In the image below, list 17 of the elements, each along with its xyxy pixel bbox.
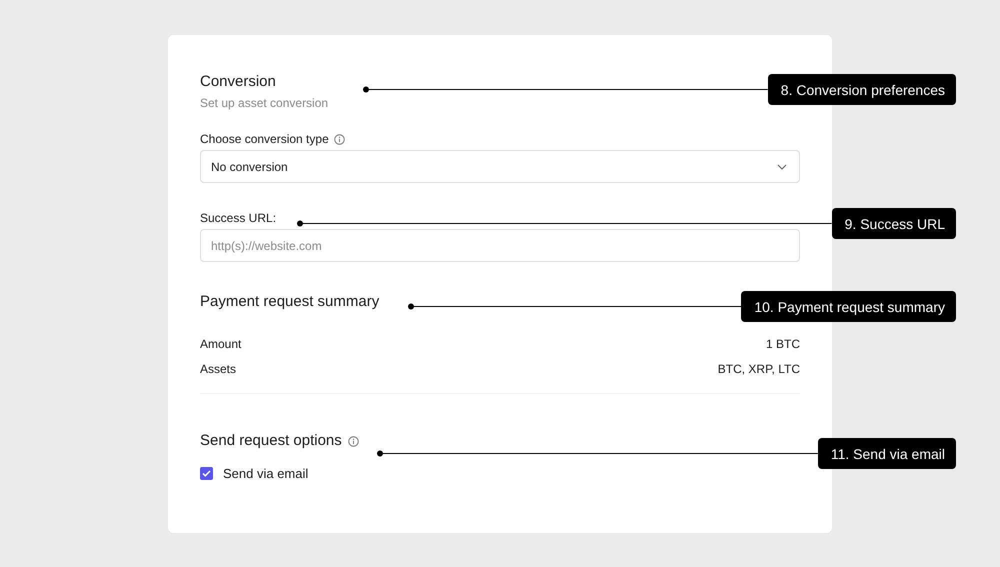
callout-label: 8. Conversion preferences <box>768 74 956 105</box>
section-subtitle: Set up asset conversion <box>200 96 328 110</box>
section-title: Conversion <box>200 73 276 91</box>
section-title: Payment request summary <box>200 293 380 311</box>
checkbox-label: Send via email <box>223 466 308 481</box>
conversion-type-dropdown[interactable]: No conversion <box>200 150 800 183</box>
url-input-field[interactable]: http(s)://website.com <box>200 229 800 262</box>
section-title: Send request options <box>200 432 342 450</box>
summary-label: Assets <box>200 362 236 376</box>
callout-label: 11. Send via email <box>818 438 956 469</box>
field-label: Choose conversion type <box>200 132 329 146</box>
summary-value: 1 BTC <box>766 336 800 350</box>
callout-label: 10. Payment request summary <box>741 291 956 322</box>
summary-value: BTC, XRP, LTC <box>718 362 800 376</box>
field-label: Success URL: <box>200 211 276 225</box>
callout-label: 9. Success URL <box>832 208 956 239</box>
summary-label: Amount <box>200 336 242 350</box>
